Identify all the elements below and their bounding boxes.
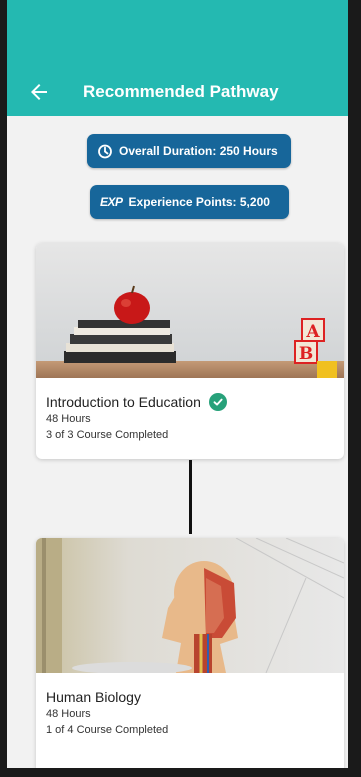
course-card-introduction-to-education[interactable]: A B Introduction to Education 48 Hours 3… bbox=[36, 243, 344, 459]
experience-label: Experience Points: 5,200 bbox=[128, 195, 270, 209]
check-circle-icon bbox=[208, 393, 227, 411]
course-hours: 48 Hours bbox=[46, 708, 91, 720]
phone-screen: Recommended Pathway Overall Duration: 25… bbox=[7, 0, 348, 768]
experience-chip: EXP Experience Points: 5,200 bbox=[90, 185, 289, 219]
course-info: Human Biology 48 Hours 1 of 4 Course Com… bbox=[46, 688, 334, 738]
svg-text:B: B bbox=[299, 344, 313, 364]
back-button[interactable] bbox=[27, 80, 51, 104]
course-name: Introduction to Education bbox=[46, 394, 201, 410]
duration-chip: Overall Duration: 250 Hours bbox=[87, 134, 291, 168]
course-image-anatomy-model bbox=[36, 538, 344, 673]
pathway-connector bbox=[189, 460, 192, 534]
course-name-row: Introduction to Education bbox=[46, 393, 334, 411]
timer-icon bbox=[97, 143, 113, 159]
app-bar: Recommended Pathway bbox=[7, 0, 348, 116]
course-name: Human Biology bbox=[46, 689, 141, 705]
course-info: Introduction to Education 48 Hours 3 of … bbox=[46, 393, 334, 443]
course-card-human-biology[interactable]: Human Biology 48 Hours 1 of 4 Course Com… bbox=[36, 538, 344, 768]
course-name-row: Human Biology bbox=[46, 688, 334, 706]
course-image-apple-books: A B bbox=[36, 243, 344, 378]
arrow-left-icon bbox=[31, 84, 47, 100]
course-progress: 3 of 3 Course Completed bbox=[46, 429, 169, 441]
course-progress: 1 of 4 Course Completed bbox=[46, 724, 169, 736]
course-hours: 48 Hours bbox=[46, 413, 91, 425]
exp-badge: EXP bbox=[100, 195, 123, 209]
svg-text:A: A bbox=[305, 322, 320, 342]
duration-label: Overall Duration: 250 Hours bbox=[119, 144, 278, 158]
page-title: Recommended Pathway bbox=[83, 82, 279, 101]
